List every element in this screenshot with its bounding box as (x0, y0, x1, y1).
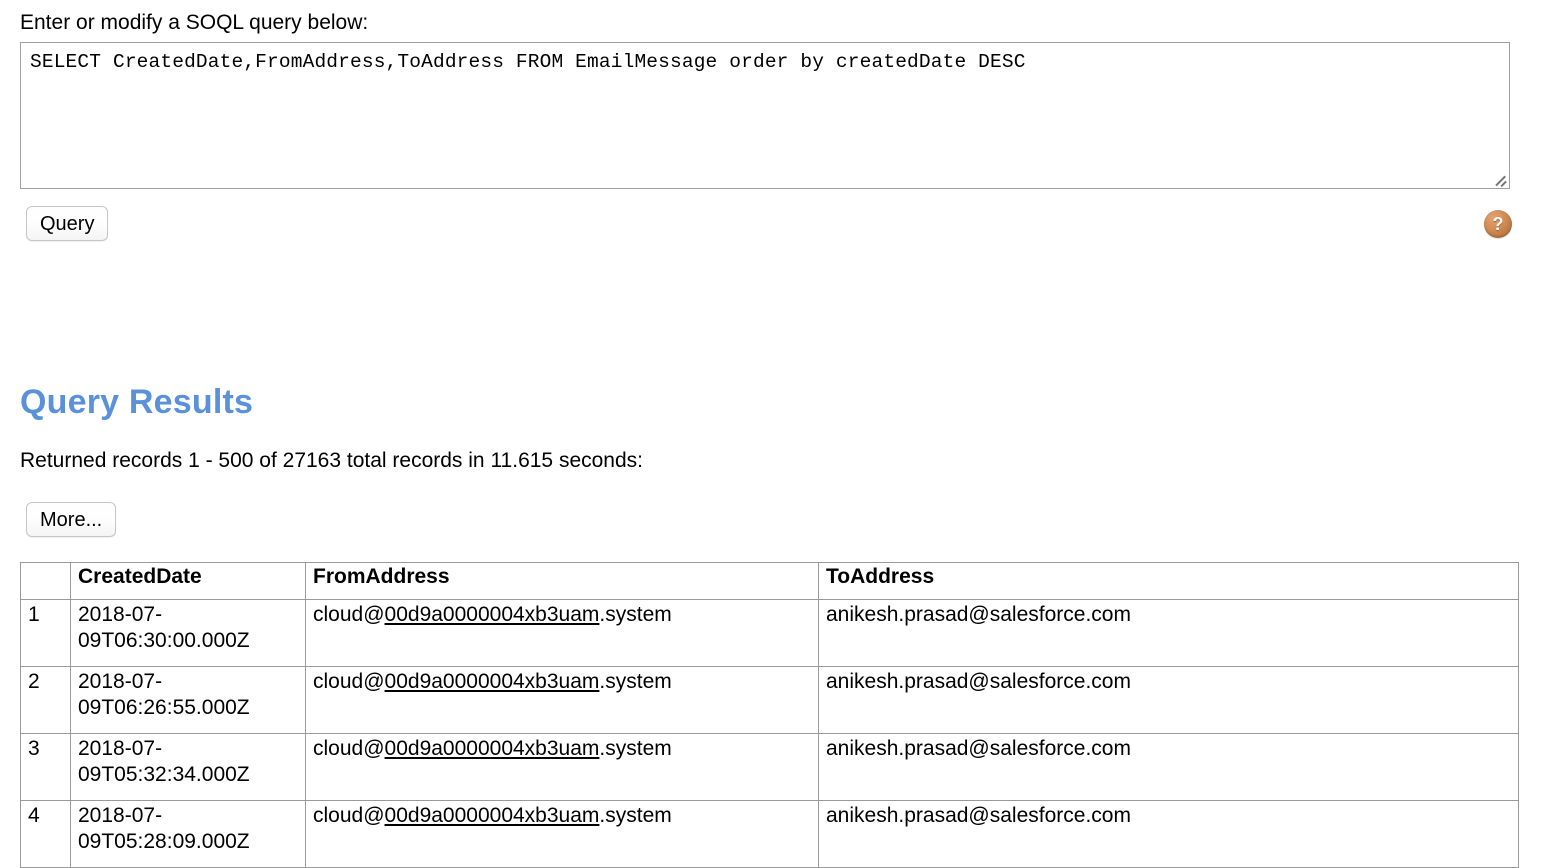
cell-to-address: anikesh.prasad@salesforce.com (818, 800, 1519, 868)
query-instruction-label: Enter or modify a SOQL query below: (20, 11, 369, 34)
column-header-fromaddress[interactable]: FromAddress (305, 562, 819, 600)
cell-to-address: anikesh.prasad@salesforce.com (818, 599, 1519, 667)
from-address-suffix: .system (599, 737, 672, 760)
column-header-index[interactable] (20, 562, 71, 600)
table-row[interactable]: 4 2018-07-09T05:28:09.000Z cloud@00d9a00… (20, 800, 1519, 868)
from-address-domain: 00d9a0000004xb3uam (384, 670, 600, 693)
cell-created-date: 2018-07-09T06:26:55.000Z (70, 666, 306, 734)
cell-to-address: anikesh.prasad@salesforce.com (818, 666, 1519, 734)
from-address-suffix: .system (599, 804, 672, 827)
cell-to-address: anikesh.prasad@salesforce.com (818, 733, 1519, 801)
cell-from-address: cloud@00d9a0000004xb3uam.system (305, 666, 819, 734)
cell-from-address: cloud@00d9a0000004xb3uam.system (305, 599, 819, 667)
from-address-prefix: cloud@ (313, 804, 385, 827)
cell-from-address: cloud@00d9a0000004xb3uam.system (305, 800, 819, 868)
cell-created-date: 2018-07-09T05:32:34.000Z (70, 733, 306, 801)
soql-query-input[interactable] (20, 42, 1510, 189)
row-index: 2 (20, 666, 71, 734)
query-input-container (20, 42, 1510, 189)
from-address-prefix: cloud@ (313, 603, 385, 626)
help-icon-glyph: ? (1492, 213, 1504, 234)
table-header-row: CreatedDate FromAddress ToAddress (20, 562, 1519, 600)
row-index: 4 (20, 800, 71, 868)
from-address-domain: 00d9a0000004xb3uam (384, 804, 600, 827)
soql-query-page: Enter or modify a SOQL query below: Quer… (0, 0, 1544, 868)
page-title: Query Results (20, 383, 254, 421)
table-body: 1 2018-07-09T06:30:00.000Z cloud@00d9a00… (20, 599, 1519, 868)
cell-created-date: 2018-07-09T06:30:00.000Z (70, 599, 306, 667)
from-address-suffix: .system (599, 603, 672, 626)
cell-from-address: cloud@00d9a0000004xb3uam.system (305, 733, 819, 801)
from-address-domain: 00d9a0000004xb3uam (384, 737, 600, 760)
column-header-createddate[interactable]: CreatedDate (70, 562, 306, 600)
row-index: 3 (20, 733, 71, 801)
records-summary: Returned records 1 - 500 of 27163 total … (20, 449, 643, 472)
from-address-suffix: .system (599, 670, 672, 693)
column-header-toaddress[interactable]: ToAddress (818, 562, 1519, 600)
table-row[interactable]: 2 2018-07-09T06:26:55.000Z cloud@00d9a00… (20, 666, 1519, 734)
from-address-domain: 00d9a0000004xb3uam (384, 603, 600, 626)
query-results-table: CreatedDate FromAddress ToAddress 1 2018… (20, 562, 1519, 868)
table-row[interactable]: 1 2018-07-09T06:30:00.000Z cloud@00d9a00… (20, 599, 1519, 667)
row-index: 1 (20, 599, 71, 667)
from-address-prefix: cloud@ (313, 737, 385, 760)
cell-created-date: 2018-07-09T05:28:09.000Z (70, 800, 306, 868)
more-button[interactable]: More... (26, 502, 117, 537)
table-row[interactable]: 3 2018-07-09T05:32:34.000Z cloud@00d9a00… (20, 733, 1519, 801)
query-button[interactable]: Query (26, 206, 109, 241)
from-address-prefix: cloud@ (313, 670, 385, 693)
help-icon[interactable]: ? (1484, 210, 1512, 238)
